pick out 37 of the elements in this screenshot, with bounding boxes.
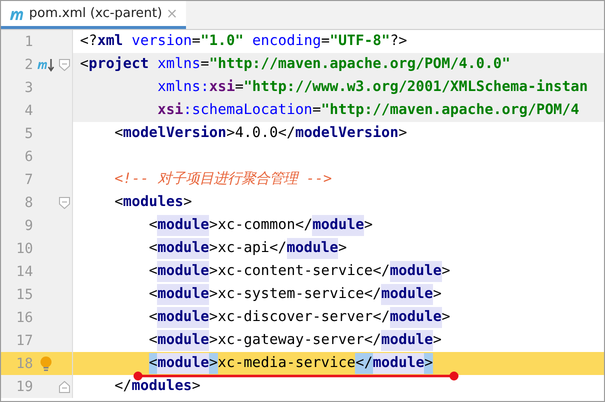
line-number: 19: [15, 378, 33, 394]
code-line: <!-- 对子项目进行聚合管理 -->: [113, 170, 332, 189]
line-number: 7: [24, 172, 33, 188]
line-number: 3: [24, 80, 33, 96]
code-line: <module>xc-discover-server</module>: [80, 307, 450, 328]
line-number: 6: [24, 148, 33, 164]
line-number: 8: [24, 194, 33, 210]
code-line: <module>xc-gateway-server</module>: [80, 330, 442, 351]
code-line: <module>xc-system-service</module>: [80, 284, 442, 305]
maven-override-icon[interactable]: [37, 58, 55, 72]
line-number: 16: [15, 310, 33, 326]
file-tab[interactable]: pom.xml (xc-parent) ×: [1, 1, 186, 29]
line-number: 17: [15, 332, 33, 348]
code-line: <module>xc-content-service</module>: [80, 261, 450, 282]
code-line: <modules>: [113, 193, 192, 212]
line-number: 18: [15, 356, 33, 372]
code-line: <modelVersion>4.0.0</modelVersion>: [113, 124, 408, 143]
code-line: <project xmlns="http://maven.apache.org/POM/4.0.0": [80, 55, 510, 74]
code-line: xmlns:xsi="http://www.w3.org/2001/XMLSchema-instan: [156, 78, 588, 97]
lightbulb-icon[interactable]: [40, 356, 52, 372]
line-number: 2: [24, 56, 33, 72]
code-line: <module>xc-api</module>: [80, 238, 347, 259]
fold-icon[interactable]: [59, 196, 70, 208]
code-line: <?xml version="1.0" encoding="UTF-8"?>: [80, 32, 408, 51]
fold-icon[interactable]: [59, 380, 70, 392]
line-number: 10: [15, 240, 33, 256]
fold-icon[interactable]: [59, 58, 70, 70]
code-line: <module>xc-common</module>: [80, 215, 373, 236]
code-line: </modules>: [113, 377, 201, 396]
line-number: 5: [24, 126, 33, 142]
line-number: 9: [24, 218, 33, 234]
line-number: 1: [24, 34, 33, 50]
line-number: 4: [24, 102, 33, 118]
line-number: 15: [15, 286, 33, 302]
line-number: 14: [15, 264, 33, 280]
code-line: <module>xc-media-service</module>: [80, 353, 433, 374]
code-line: xsi:schemaLocation="http://maven.apache.org/POM/4: [156, 101, 580, 120]
